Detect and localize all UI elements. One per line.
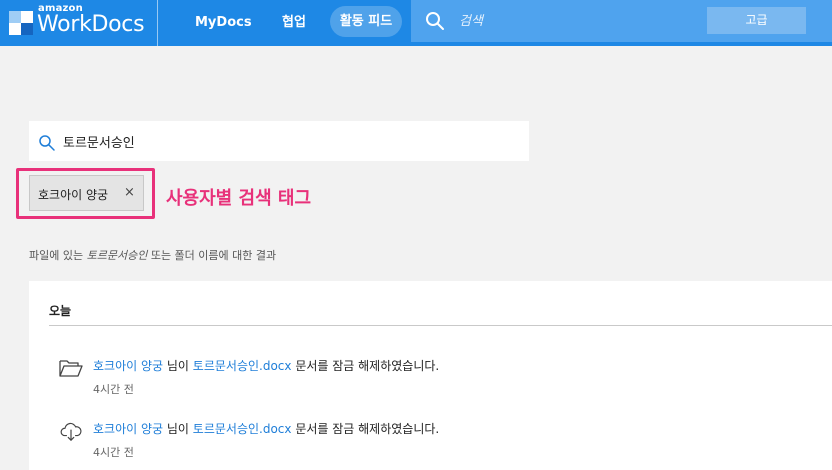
search-query-box[interactable]: 토르문서승인 [29,121,529,161]
result-summary-prefix: 파일에 있는 [29,249,87,262]
activity-file-link[interactable]: 토르문서승인.docx [193,359,292,373]
workdocs-logo-icon [9,11,33,35]
activity-text: 호크아이 양궁 님이 토르문서승인.docx 문서를 잠금 해제하였습니다. [93,357,439,374]
activity-file-link[interactable]: 토르문서승인.docx [193,422,292,436]
cloud-download-icon [60,422,82,441]
activity-item: 호크아이 양궁 님이 토르문서승인.docx 문서를 잠금 해제하였습니다. 4… [29,420,832,460]
logo-workdocs-text: WorkDocs [37,12,145,37]
activity-timestamp: 4시간 전 [93,383,134,396]
activity-user-link[interactable]: 호크아이 양궁 [93,422,163,436]
section-title-today: 오늘 [49,304,72,318]
results-panel: 오늘 호크아이 양궁 님이 토르문서승인.docx 문서를 잠금 해제하였습니다… [29,281,832,470]
search-icon[interactable] [425,11,445,31]
search-icon [39,135,55,151]
activity-user-link[interactable]: 호크아이 양궁 [93,359,163,373]
activity-connector: 님이 [163,359,193,373]
close-icon[interactable]: × [124,185,135,200]
activity-connector: 님이 [163,422,193,436]
nav-mydocs[interactable]: MyDocs [195,0,252,46]
search-query-text[interactable]: 토르문서승인 [63,132,135,151]
result-summary-query: 토르문서승인 [86,249,148,262]
activity-action: 문서를 잠금 해제하였습니다. [291,359,440,373]
activity-text: 호크아이 양궁 님이 토르문서승인.docx 문서를 잠금 해제하였습니다. [93,420,439,437]
result-summary: 파일에 있는 토르문서승인 또는 폴더 이름에 대한 결과 [29,247,276,263]
top-bar: amazon WorkDocs MyDocs 협업 활동 피드 고급 [0,0,832,46]
nav-activity-feed[interactable]: 활동 피드 [330,6,402,37]
workdocs-logo[interactable]: amazon WorkDocs [0,0,158,46]
global-search-bar: 고급 [411,0,832,42]
global-search-input[interactable] [459,12,689,30]
user-filter-tag[interactable]: 호크아이 양궁 × [29,175,144,211]
advanced-search-button[interactable]: 고급 [707,7,806,34]
activity-action: 문서를 잠금 해제하였습니다. [291,422,440,436]
nav-collaboration[interactable]: 협업 [282,0,306,46]
user-filter-tag-label: 호크아이 양궁 [38,188,109,202]
section-divider [49,325,832,326]
activity-item: 호크아이 양궁 님이 토르문서승인.docx 문서를 잠금 해제하였습니다. 4… [29,357,832,397]
result-summary-suffix: 또는 폴더 이름에 대한 결과 [147,249,277,262]
activity-timestamp: 4시간 전 [93,446,134,459]
tag-annotation-label: 사용자별 검색 태그 [166,188,312,209]
folder-open-icon [59,360,83,377]
